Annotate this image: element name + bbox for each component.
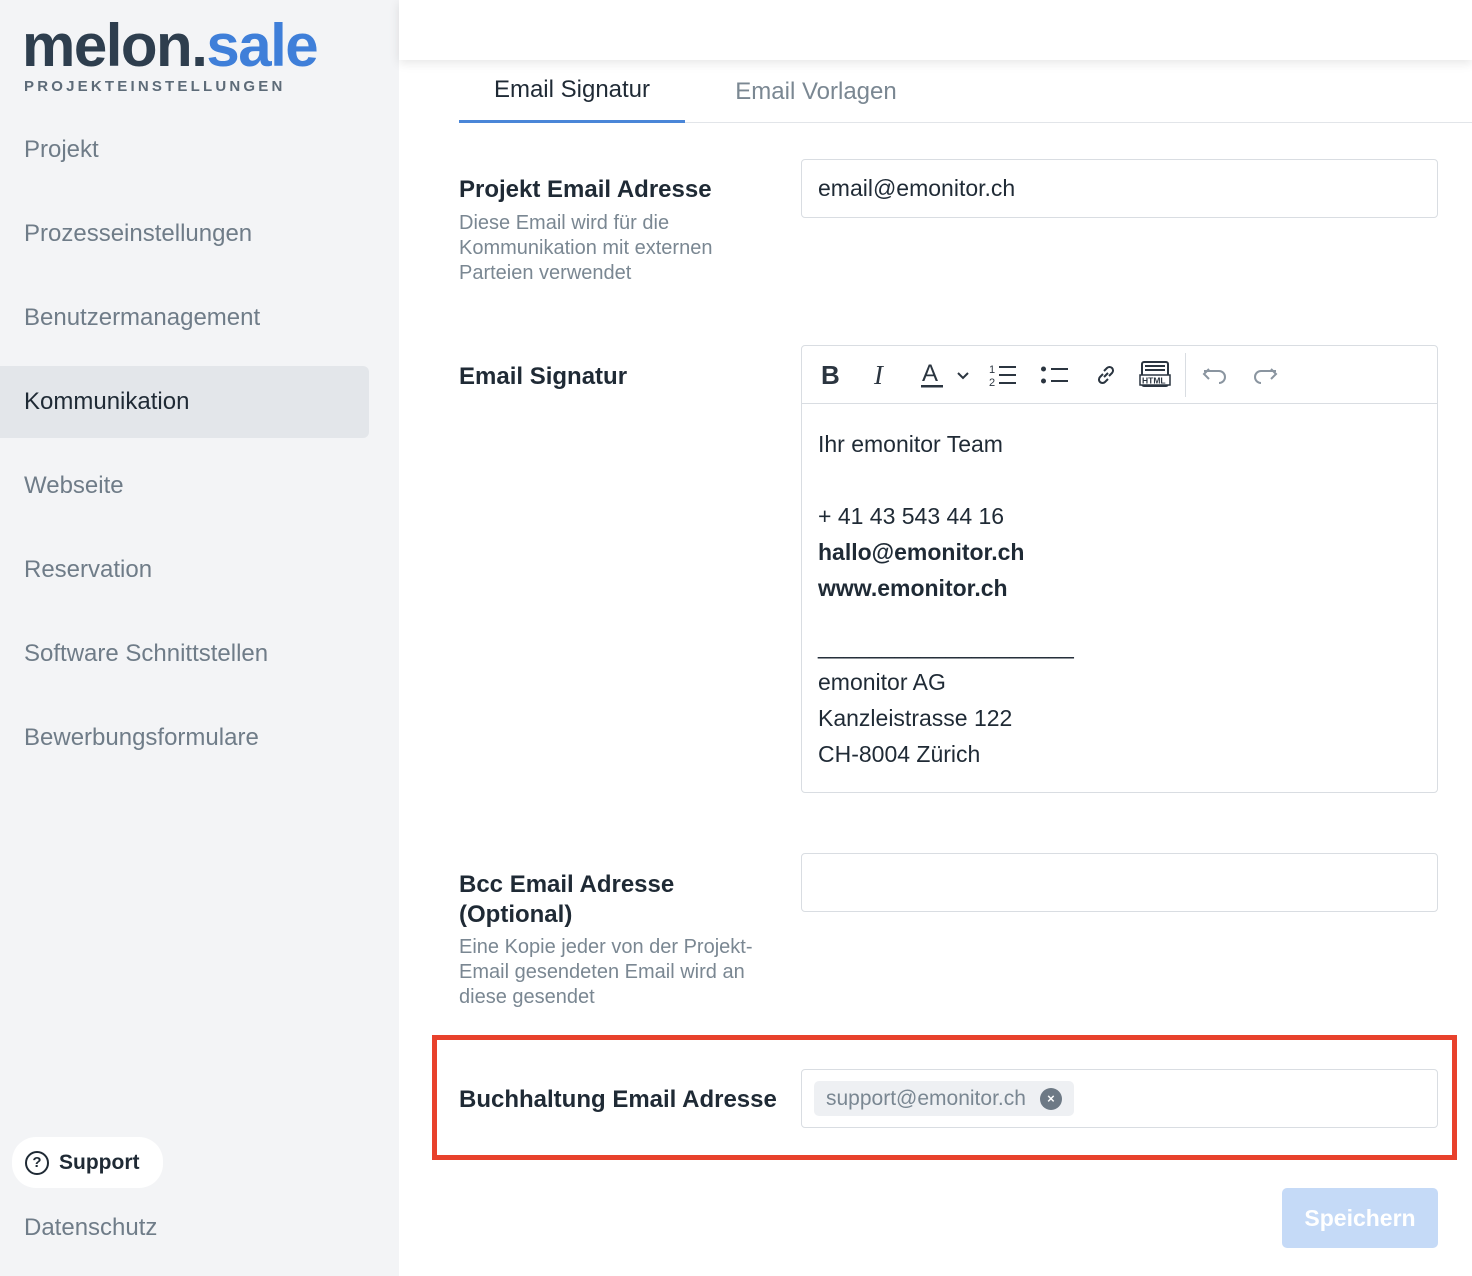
sidebar-item-webseite[interactable]: Webseite xyxy=(0,450,369,522)
close-icon[interactable]: × xyxy=(1039,1087,1062,1110)
support-label: Support xyxy=(59,1150,140,1174)
save-button[interactable]: Speichern xyxy=(1282,1188,1438,1248)
italic-icon[interactable]: I xyxy=(866,359,896,391)
bcc-email-description: Eine Kopie jeder von der Projekt-Email g… xyxy=(459,936,753,1008)
signature-label: Email Signatur xyxy=(459,363,628,390)
sidebar-nav: Projekt Prozesseinstellungen Benutzerman… xyxy=(0,114,369,786)
project-email-input[interactable]: email@emonitor.ch xyxy=(801,159,1438,218)
sidebar-item-projekt[interactable]: Projekt xyxy=(0,114,369,186)
editor-toolbar: B I A 12 HTML xyxy=(802,346,1437,404)
signature-line: www.emonitor.ch xyxy=(818,575,1008,601)
top-bar xyxy=(399,0,1472,60)
brand-subtitle: PROJEKTEINSTELLUNGEN xyxy=(24,78,286,95)
undo-icon[interactable] xyxy=(1198,359,1232,391)
tab-email-vorlagen[interactable]: Email Vorlagen xyxy=(715,60,917,123)
svg-text:A: A xyxy=(922,360,938,387)
signature-line: hallo@emonitor.ch xyxy=(818,539,1025,565)
accounting-email-label: Buchhaltung Email Adresse xyxy=(459,1086,777,1113)
signature-line: CH-8004 Zürich xyxy=(818,741,981,767)
html-icon[interactable]: HTML xyxy=(1138,359,1172,391)
logo-part-sale: sale xyxy=(206,12,318,79)
logo-part-melon: melon xyxy=(22,12,193,79)
signature-line: Kanzleistrasse 122 xyxy=(818,705,1013,731)
email-chip: support@emonitor.ch × xyxy=(814,1081,1074,1116)
sidebar-item-software-schnittstellen[interactable]: Software Schnittstellen xyxy=(0,618,369,690)
brand-logo[interactable]: melon.sale xyxy=(22,12,319,79)
signature-blank-line xyxy=(818,462,1074,498)
sidebar-item-kommunikation[interactable]: Kommunikation xyxy=(0,366,369,438)
logo-dot: . xyxy=(191,12,208,79)
project-email-description: Diese Email wird für die Kommunikation m… xyxy=(459,212,713,284)
tab-bar: Email Signatur Email Vorlagen xyxy=(459,60,1472,123)
signature-line: emonitor AG xyxy=(818,669,946,695)
support-button[interactable]: ? Support xyxy=(12,1137,163,1188)
sidebar-item-bewerbungsformulare[interactable]: Bewerbungsformulare xyxy=(0,702,369,774)
sidebar: melon.sale PROJEKTEINSTELLUNGEN Projekt … xyxy=(0,0,399,1276)
text-color-icon[interactable]: A xyxy=(916,359,948,391)
ordered-list-icon[interactable]: 12 xyxy=(986,359,1020,391)
redo-icon[interactable] xyxy=(1248,359,1282,391)
tab-email-signatur[interactable]: Email Signatur xyxy=(459,60,685,123)
sidebar-item-benutzermanagement[interactable]: Benutzermanagement xyxy=(0,282,369,354)
signature-line: ____________________ xyxy=(818,633,1074,659)
signature-blank-line xyxy=(818,606,1074,628)
svg-text:B: B xyxy=(821,362,840,388)
chevron-down-icon[interactable] xyxy=(952,359,974,391)
link-icon[interactable] xyxy=(1090,359,1122,391)
signature-editor[interactable]: B I A 12 HTML Ihr emonitor Team + 41 43 … xyxy=(801,345,1438,793)
question-circle-icon: ? xyxy=(25,1150,49,1175)
privacy-link[interactable]: Datenschutz xyxy=(24,1214,157,1242)
bcc-email-label: Bcc Email Adresse (Optional) xyxy=(459,871,675,928)
svg-text:2: 2 xyxy=(989,377,995,388)
toolbar-divider xyxy=(1185,353,1186,397)
project-email-label: Projekt Email Adresse xyxy=(459,176,712,203)
bcc-email-input[interactable] xyxy=(801,853,1438,912)
bullet-list-icon[interactable] xyxy=(1038,359,1072,391)
svg-text:I: I xyxy=(873,362,885,388)
sidebar-item-reservation[interactable]: Reservation xyxy=(0,534,369,606)
signature-line: + 41 43 543 44 16 xyxy=(818,503,1005,529)
bold-icon[interactable]: B xyxy=(816,359,846,391)
svg-text:HTML: HTML xyxy=(1142,376,1166,386)
email-chip-label: support@emonitor.ch xyxy=(826,1086,1026,1110)
sidebar-item-prozesseinstellungen[interactable]: Prozesseinstellungen xyxy=(0,198,369,270)
signature-line: Ihr emonitor Team xyxy=(818,431,1003,457)
svg-text:1: 1 xyxy=(989,364,995,376)
accounting-email-input[interactable]: support@emonitor.ch × xyxy=(801,1069,1438,1128)
signature-content[interactable]: Ihr emonitor Team + 41 43 543 44 16 hall… xyxy=(818,426,1074,772)
